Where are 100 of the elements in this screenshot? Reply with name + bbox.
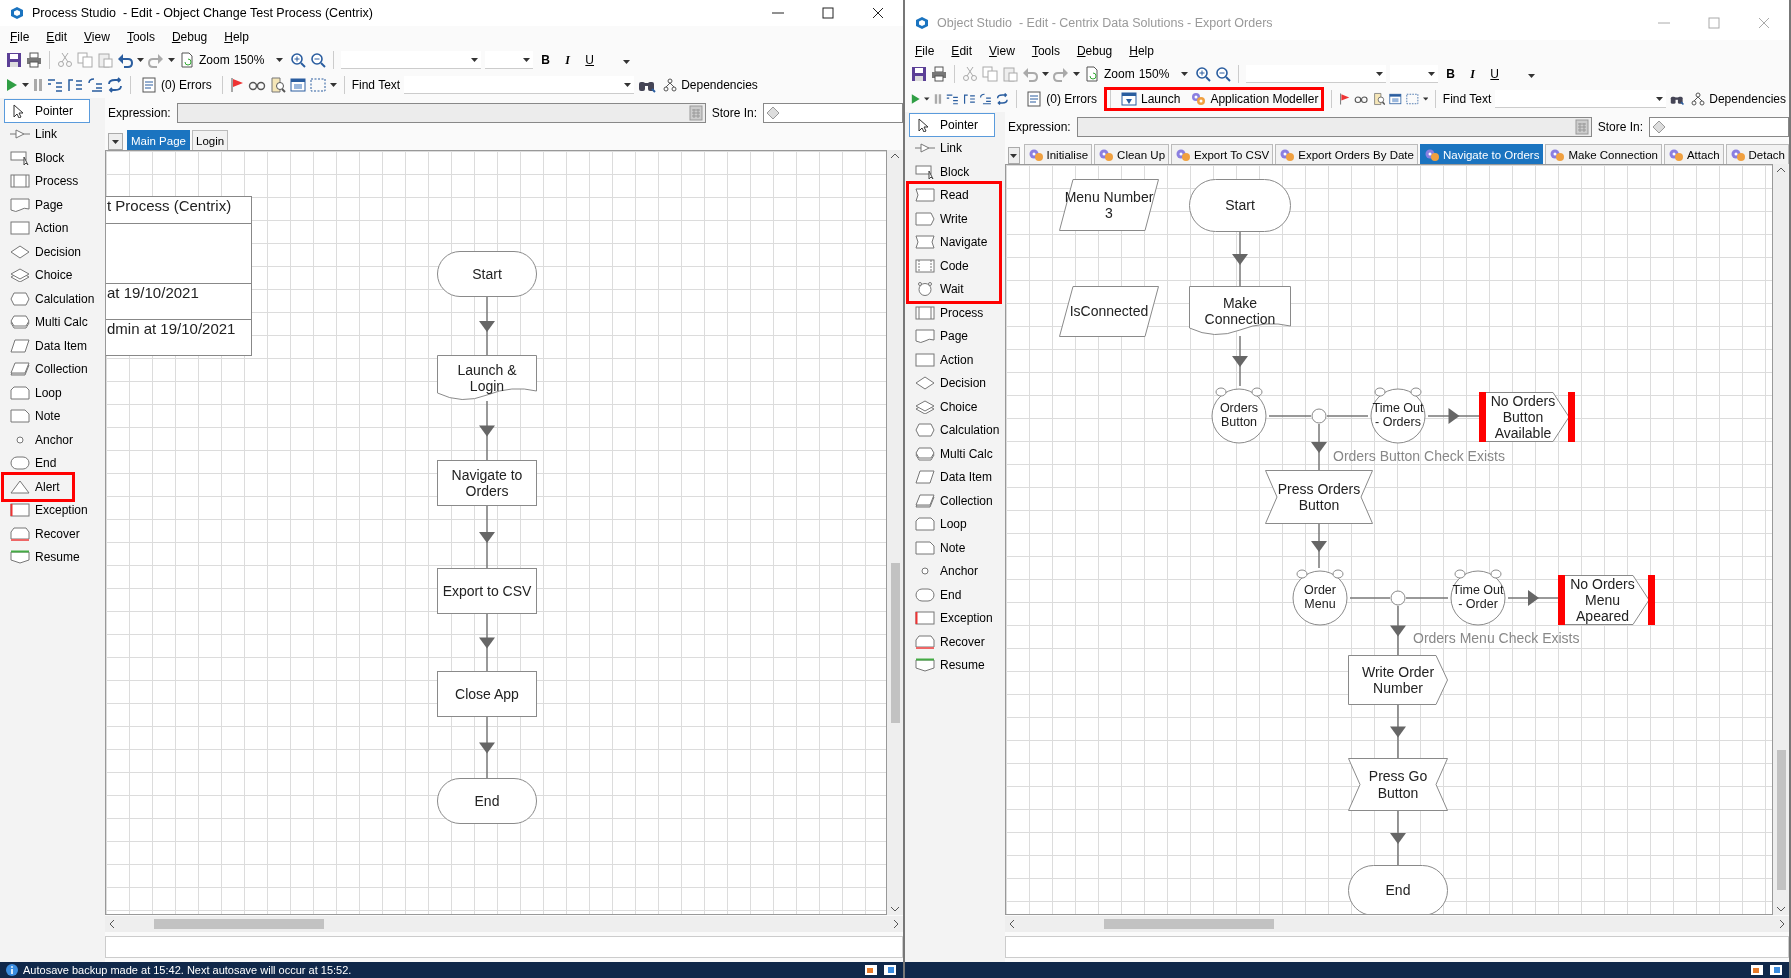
menu-item[interactable]: Help [224, 30, 249, 44]
palette-item[interactable]: Collection [909, 489, 1006, 513]
underline-button[interactable]: U [1485, 67, 1504, 81]
chevron-right-icon[interactable] [894, 920, 899, 928]
menu-item[interactable]: View [84, 30, 110, 44]
palette-item[interactable]: End [4, 451, 101, 475]
chevron-down-icon[interactable] [891, 907, 899, 912]
expression-field[interactable] [1076, 117, 1592, 137]
chevron-left-icon[interactable] [109, 920, 114, 928]
tab[interactable]: Detach [1725, 144, 1789, 164]
chevron-right-icon[interactable] [1780, 920, 1785, 928]
menu-item[interactable]: Debug [171, 30, 208, 44]
redo-icon[interactable] [1053, 66, 1069, 82]
vertical-scrollbar[interactable] [1773, 164, 1789, 915]
dependencies-button[interactable]: Dependencies [1688, 91, 1789, 107]
palette-item[interactable]: Recover [909, 630, 1006, 654]
errors-button[interactable]: (0) Errors [138, 76, 215, 94]
palette-item[interactable]: Anchor [4, 428, 101, 452]
palette-item[interactable]: Link [909, 136, 995, 160]
bold-button[interactable]: B [536, 53, 555, 67]
palette-item[interactable]: Pointer [4, 99, 90, 123]
scrollbar-thumb[interactable] [1104, 919, 1274, 929]
scrollbar-thumb[interactable] [890, 562, 900, 723]
italic-button[interactable]: I [558, 52, 577, 68]
palette-item[interactable]: Anchor [909, 559, 1006, 583]
palette-item[interactable]: Pointer [909, 113, 995, 137]
chevron-up-icon[interactable] [891, 153, 899, 158]
application-modeller-button[interactable]: Application Modeller [1187, 90, 1322, 108]
palette-item[interactable]: Resume [4, 545, 94, 569]
palette-item[interactable]: Decision [909, 371, 1006, 395]
tab[interactable]: Attach [1663, 144, 1724, 164]
palette-item[interactable]: Data Item [909, 465, 1006, 489]
palette-item[interactable]: Choice [4, 263, 101, 287]
store-in-field[interactable] [1649, 117, 1789, 137]
palette-item[interactable]: Exception [4, 498, 94, 522]
dependencies-button[interactable]: Dependencies [660, 77, 761, 93]
palette-item[interactable]: Action [909, 348, 1006, 372]
palette-item[interactable]: Read [909, 183, 994, 207]
bold-button[interactable]: B [1441, 67, 1460, 81]
flowchart-canvas[interactable]: t Process (Centrix) at 19/10/2021 dmin at 19/10/2021 Start Launch & Login Navigate to Orders Export to CSV Close App End [105, 150, 887, 915]
tab-dropdown-button[interactable] [108, 133, 123, 150]
menu-item[interactable]: File [915, 44, 935, 58]
underline-button[interactable]: U [580, 53, 599, 67]
redo-icon[interactable] [148, 52, 164, 68]
font-dropdown[interactable] [340, 51, 481, 69]
menu-item[interactable]: Edit [46, 30, 68, 44]
chevron-down-icon[interactable] [1777, 907, 1785, 912]
store-in-field[interactable] [763, 103, 903, 123]
menu-item[interactable]: Edit [951, 44, 973, 58]
tab[interactable]: Main Page [127, 130, 190, 150]
palette-item[interactable]: Multi Calc [4, 310, 101, 334]
font-size-dropdown[interactable] [484, 51, 533, 69]
palette-item[interactable]: Loop [909, 512, 1006, 536]
horizontal-scrollbar[interactable] [105, 916, 903, 932]
palette-item[interactable]: Process [4, 169, 101, 193]
tab[interactable]: Login [192, 130, 229, 150]
launch-button[interactable]: Launch [1118, 90, 1184, 108]
zoom-dropdown[interactable]: 150% [1138, 65, 1191, 83]
palette-item[interactable]: Exception [909, 606, 1006, 630]
expression-field[interactable] [176, 103, 706, 123]
window-icon[interactable] [883, 964, 897, 976]
find-field[interactable] [404, 76, 635, 94]
errors-button[interactable]: (0) Errors [1023, 90, 1100, 108]
palette-item[interactable]: Page [909, 324, 1006, 348]
window-icon[interactable] [864, 964, 878, 976]
palette-item[interactable]: Calculation [909, 418, 1006, 442]
palette-item[interactable]: Process [909, 301, 1006, 325]
zoom-dropdown[interactable]: 150% [233, 51, 286, 69]
tab[interactable]: Make Connection [1545, 144, 1662, 164]
tab[interactable]: Navigate to Orders [1419, 144, 1544, 164]
chevron-up-icon[interactable] [1777, 167, 1785, 172]
horizontal-scrollbar[interactable] [1005, 916, 1789, 932]
palette-item[interactable]: Wait [909, 277, 994, 301]
scrollbar-thumb[interactable] [154, 919, 324, 929]
palette-item[interactable]: Loop [4, 381, 101, 405]
palette-item[interactable]: Block [4, 146, 101, 170]
menu-item[interactable]: Help [1129, 44, 1154, 58]
window-icon[interactable] [1769, 964, 1783, 976]
window-icon[interactable] [1750, 964, 1764, 976]
palette-item[interactable]: Multi Calc [909, 442, 1006, 466]
palette-item[interactable]: Action [4, 216, 101, 240]
palette-item[interactable]: End [909, 583, 1006, 607]
chevron-left-icon[interactable] [1009, 920, 1014, 928]
menu-item[interactable]: View [989, 44, 1015, 58]
palette-item[interactable]: Note [909, 536, 1006, 560]
tab[interactable]: Clean Up [1094, 144, 1170, 164]
palette-item[interactable]: Calculation [4, 287, 101, 311]
tab-dropdown-button[interactable] [1008, 147, 1020, 164]
font-size-dropdown[interactable] [1389, 65, 1438, 83]
tab[interactable]: Export Orders By Date [1275, 144, 1418, 164]
palette-item[interactable]: Collection [4, 357, 101, 381]
palette-item[interactable]: Data Item [4, 334, 101, 358]
palette-item[interactable]: Navigate [909, 230, 994, 254]
undo-icon[interactable] [117, 52, 133, 68]
palette-item[interactable]: Resume [909, 653, 1006, 677]
menu-item[interactable]: File [10, 30, 30, 44]
tab[interactable]: Export To CSV [1171, 144, 1274, 164]
italic-button[interactable]: I [1463, 66, 1482, 82]
palette-item[interactable]: Decision [4, 240, 101, 264]
find-field[interactable] [1495, 90, 1666, 108]
